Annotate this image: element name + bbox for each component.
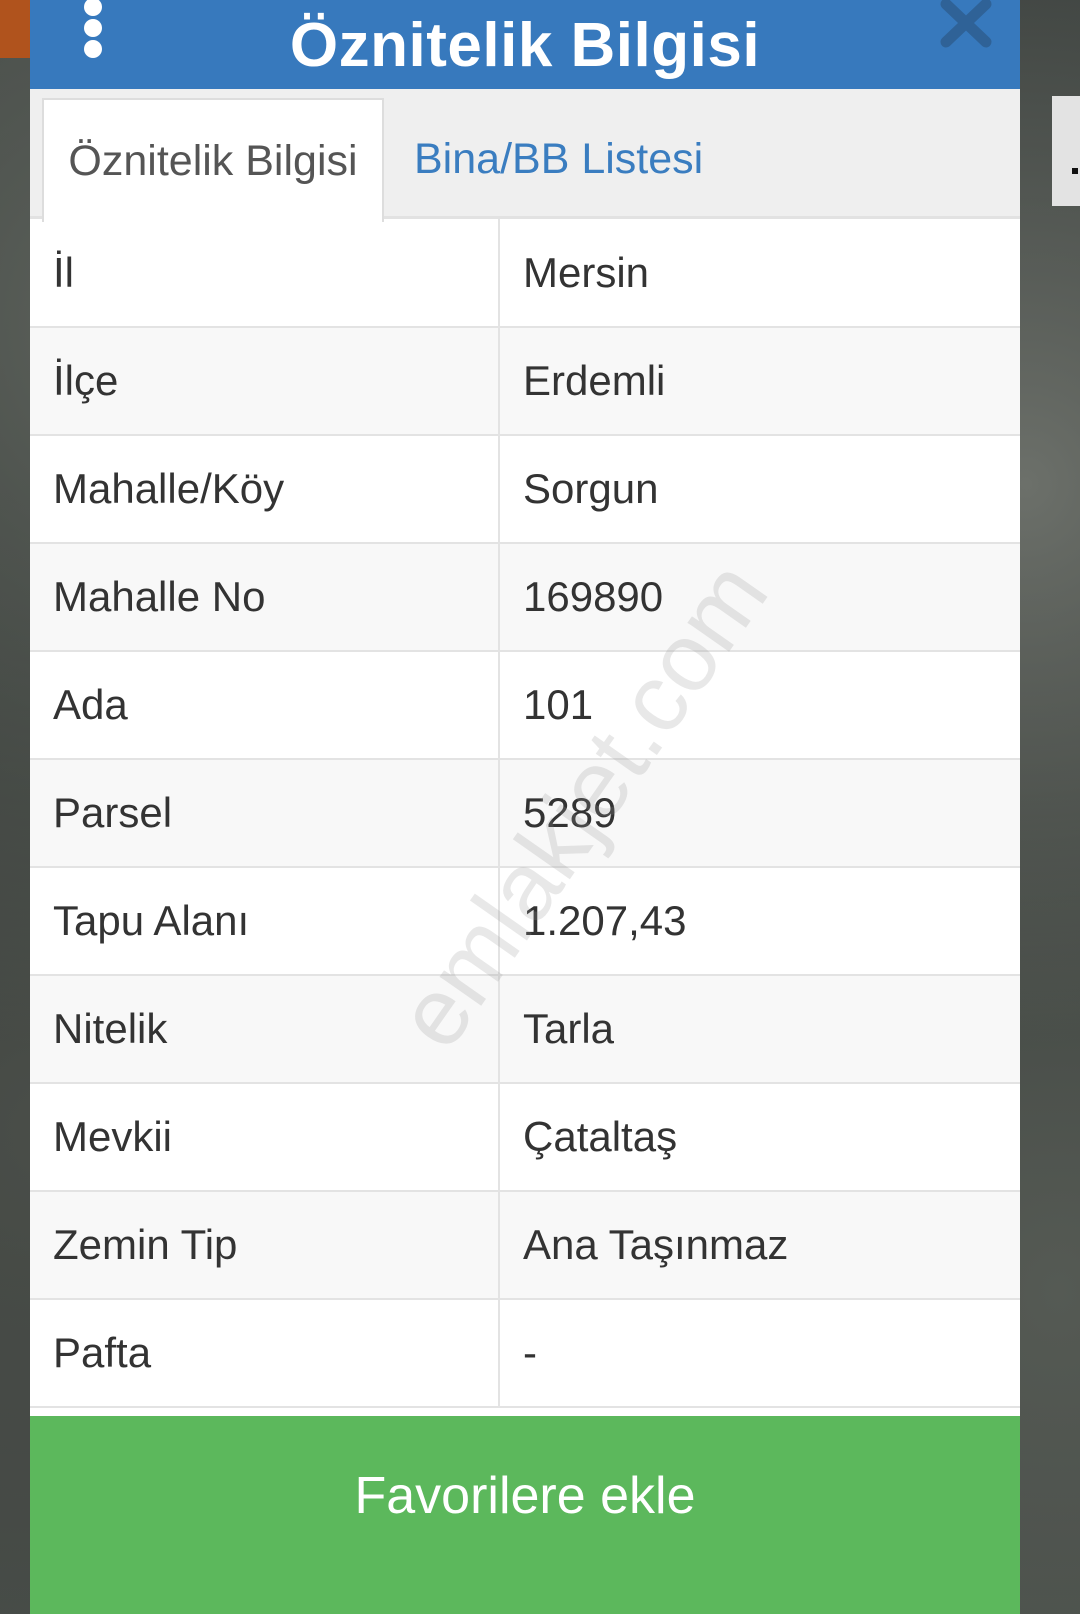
close-icon[interactable] — [940, 0, 992, 50]
attribute-key: Ada — [30, 651, 500, 760]
tab-building-list[interactable]: Bina/BB Listesi — [414, 98, 703, 219]
table-row: Tapu Alanı 1.207,43 — [30, 867, 1020, 976]
attribute-key: Mahalle No — [30, 543, 500, 652]
attribute-value: Sorgun — [499, 435, 1020, 544]
attribute-value: Çataltaş — [499, 1083, 1020, 1192]
attribute-value: 5289 — [499, 759, 1020, 868]
table-row: Mahalle No 169890 — [30, 543, 1020, 652]
attribute-key: Zemin Tip — [30, 1191, 500, 1300]
attribute-key: Parsel — [30, 759, 500, 868]
attribute-key: İlçe — [30, 327, 500, 436]
attribute-value: 101 — [499, 651, 1020, 760]
attribute-value: Ana Taşınmaz — [499, 1191, 1020, 1300]
table-row: İl Mersin — [30, 219, 1020, 328]
table-row: Mahalle/Köy Sorgun — [30, 435, 1020, 544]
attribute-value: Tarla — [499, 975, 1020, 1084]
add-to-favorites-button[interactable]: Favorilere ekle — [30, 1416, 1020, 1614]
attribute-value: Mersin — [499, 219, 1020, 328]
background-control — [1052, 96, 1080, 206]
table-row: Zemin Tip Ana Taşınmaz — [30, 1191, 1020, 1300]
modal-title: Öznitelik Bilgisi — [289, 11, 761, 80]
attribute-key: Mevkii — [30, 1083, 500, 1192]
attribute-key: Nitelik — [30, 975, 500, 1084]
attribute-info-modal: Öznitelik Bilgisi Öznitelik Bilgisi Bina… — [30, 0, 1020, 1614]
attribute-key: İl — [30, 219, 500, 328]
table-row: Mevkii Çataltaş — [30, 1083, 1020, 1192]
attribute-value: - — [499, 1299, 1020, 1408]
attribute-value: 169890 — [499, 543, 1020, 652]
table-row: İlçe Erdemli — [30, 327, 1020, 436]
table-row: Pafta - — [30, 1299, 1020, 1408]
table-row: Parsel 5289 — [30, 759, 1020, 868]
modal-header: Öznitelik Bilgisi — [30, 0, 1020, 89]
table-row: Nitelik Tarla — [30, 975, 1020, 1084]
tab-bar: Öznitelik Bilgisi Bina/BB Listesi — [30, 89, 1020, 222]
attribute-key: Mahalle/Köy — [30, 435, 500, 544]
background-edge — [0, 0, 30, 58]
attribute-key: Tapu Alanı — [30, 867, 500, 976]
attribute-key: Pafta — [30, 1299, 500, 1408]
attribute-value: Erdemli — [499, 327, 1020, 436]
attribute-value: 1.207,43 — [499, 867, 1020, 976]
attribute-table: İl Mersin İlçe Erdemli Mahalle/Köy Sorgun Maha… — [30, 219, 1020, 1408]
tab-attribute-info[interactable]: Öznitelik Bilgisi — [42, 98, 384, 222]
table-row: Ada 101 — [30, 651, 1020, 760]
kebab-menu-icon[interactable] — [82, 0, 104, 58]
